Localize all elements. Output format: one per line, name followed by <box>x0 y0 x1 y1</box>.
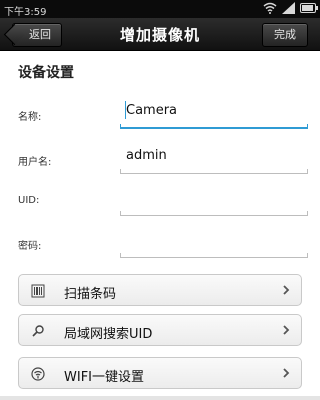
chevron-right-icon <box>283 368 290 378</box>
barcode-icon <box>31 284 45 298</box>
search-icon <box>32 325 44 337</box>
uid-field-underline <box>120 211 308 216</box>
password-field[interactable] <box>120 227 314 251</box>
lan-search-uid-button[interactable]: 局域网搜索UID <box>18 314 302 346</box>
wifi-one-key-setup-label: WIFI一键设置 <box>64 370 144 385</box>
title-bar: 返回 增加摄像机 完成 <box>0 18 320 51</box>
name-field-underline <box>120 124 308 129</box>
password-field-underline <box>120 253 308 258</box>
battery-icon <box>300 3 318 13</box>
chevron-right-icon <box>283 285 290 295</box>
uid-row: UID: <box>0 181 320 221</box>
name-field[interactable] <box>120 98 314 122</box>
wifi-one-key-setup-button[interactable]: WIFI一键设置 <box>18 357 302 389</box>
bottom-edge <box>0 396 320 400</box>
name-label: 名称: <box>18 112 42 123</box>
section-title: 设备设置 <box>18 65 74 81</box>
password-label: 密码: <box>18 241 42 252</box>
username-row: 用户名: <box>0 139 320 179</box>
done-button[interactable]: 完成 <box>262 23 308 47</box>
username-field[interactable] <box>120 143 314 167</box>
text-cursor <box>125 101 126 119</box>
name-row: 名称: <box>0 94 320 134</box>
password-row: 密码: <box>0 223 320 263</box>
scan-barcode-label: 扫描条码 <box>64 287 117 302</box>
scan-barcode-button[interactable]: 扫描条码 <box>18 274 302 306</box>
lan-search-uid-label: 局域网搜索UID <box>64 327 153 342</box>
uid-field[interactable] <box>120 185 314 209</box>
wifi-icon <box>263 2 277 14</box>
username-label: 用户名: <box>18 157 52 168</box>
username-field-underline <box>120 169 308 174</box>
status-time: 下午3:59 <box>4 7 47 18</box>
wifi-setup-icon <box>31 367 45 381</box>
chevron-right-icon <box>283 325 290 335</box>
status-bar: 下午3:59 <box>0 0 320 18</box>
signal-icon <box>282 2 295 14</box>
uid-label: UID: <box>18 195 40 206</box>
